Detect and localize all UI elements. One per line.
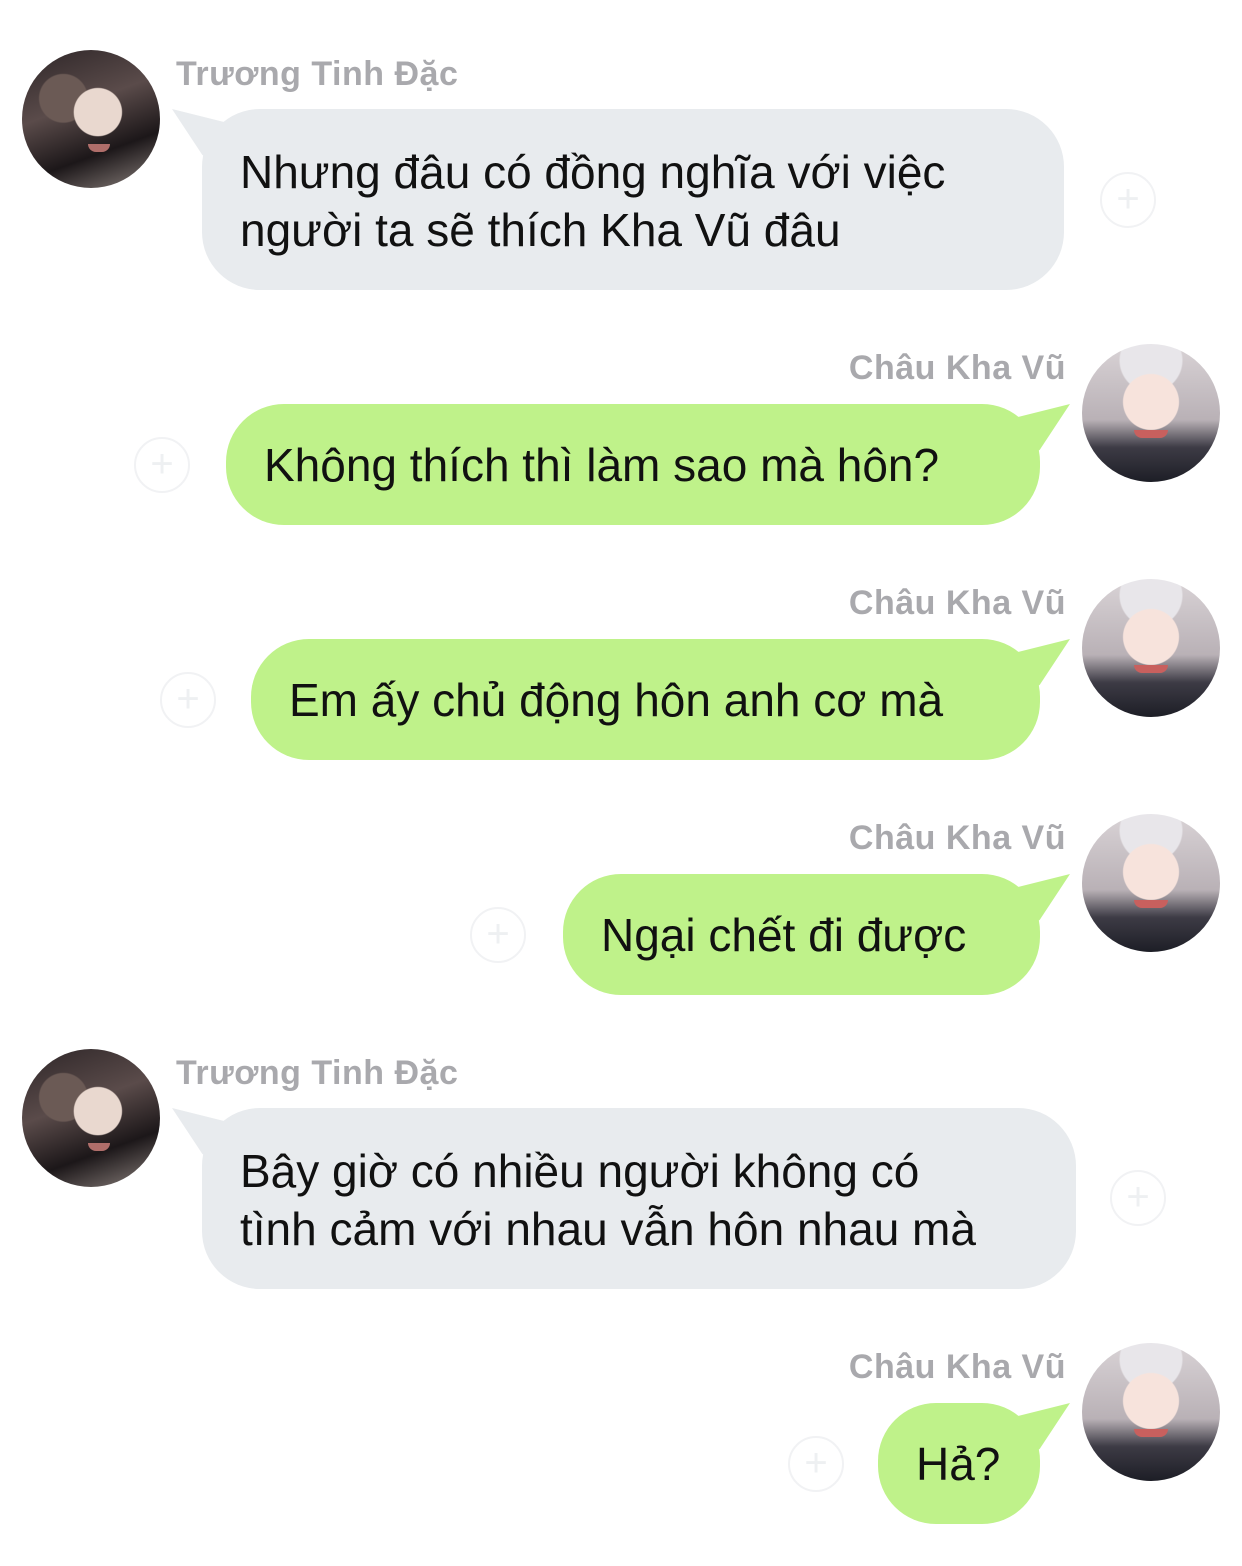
avatar-truong-tinh-dac[interactable] [22,1049,160,1187]
message-bubble-incoming[interactable]: Bây giờ có nhiều người không có tình cảm… [202,1108,1076,1289]
message-bubble-outgoing[interactable]: Em ấy chủ động hôn anh cơ mà [251,639,1040,760]
avatar-face-detail [1134,1428,1168,1437]
avatar-face-detail [87,1142,110,1151]
message-text-line: Ngại chết đi được [601,909,967,961]
message-text-line: Nhưng đâu có đồng nghĩa với việc [240,146,946,198]
add-reaction-icon[interactable]: + [470,907,526,963]
sender-name: Trương Tinh Đặc [176,1054,459,1092]
message-bubble-incoming[interactable]: Nhưng đâu có đồng nghĩa với việc người t… [202,109,1064,290]
avatar-face-detail [1134,899,1168,908]
avatar-chau-kha-vu[interactable] [1082,344,1220,482]
avatar-face-detail [1134,429,1168,438]
add-reaction-icon[interactable]: + [160,672,216,728]
avatar-face-detail [1134,664,1168,673]
avatar-face-detail [87,143,110,152]
message-text-line: Hả? [916,1438,1001,1490]
avatar-chau-kha-vu[interactable] [1082,1343,1220,1481]
avatar-truong-tinh-dac[interactable] [22,50,160,188]
sender-name: Châu Kha Vũ [848,584,1066,622]
add-reaction-icon[interactable]: + [1100,172,1156,228]
sender-name: Trương Tinh Đặc [176,55,459,93]
avatar-chau-kha-vu[interactable] [1082,579,1220,717]
sender-name: Châu Kha Vũ [848,349,1066,387]
message-text-line: Không thích thì làm sao mà hôn? [264,439,940,491]
message-bubble-outgoing[interactable]: Không thích thì làm sao mà hôn? [226,404,1040,525]
message-bubble-outgoing[interactable]: Ngại chết đi được [563,874,1040,995]
add-reaction-icon[interactable]: + [1110,1170,1166,1226]
message-text-line: Em ấy chủ động hôn anh cơ mà [289,674,944,726]
message-bubble-outgoing[interactable]: Hả? [878,1403,1040,1524]
add-reaction-icon[interactable]: + [788,1436,844,1492]
sender-name: Châu Kha Vũ [848,819,1066,857]
add-reaction-icon[interactable]: + [134,437,190,493]
message-text-line: Bây giờ có nhiều người không có [240,1145,920,1197]
message-text-line: tình cảm với nhau vẫn hôn nhau mà [240,1203,976,1255]
message-text-line: người ta sẽ thích Kha Vũ đâu [240,204,841,256]
sender-name: Châu Kha Vũ [848,1348,1066,1386]
avatar-chau-kha-vu[interactable] [1082,814,1220,952]
